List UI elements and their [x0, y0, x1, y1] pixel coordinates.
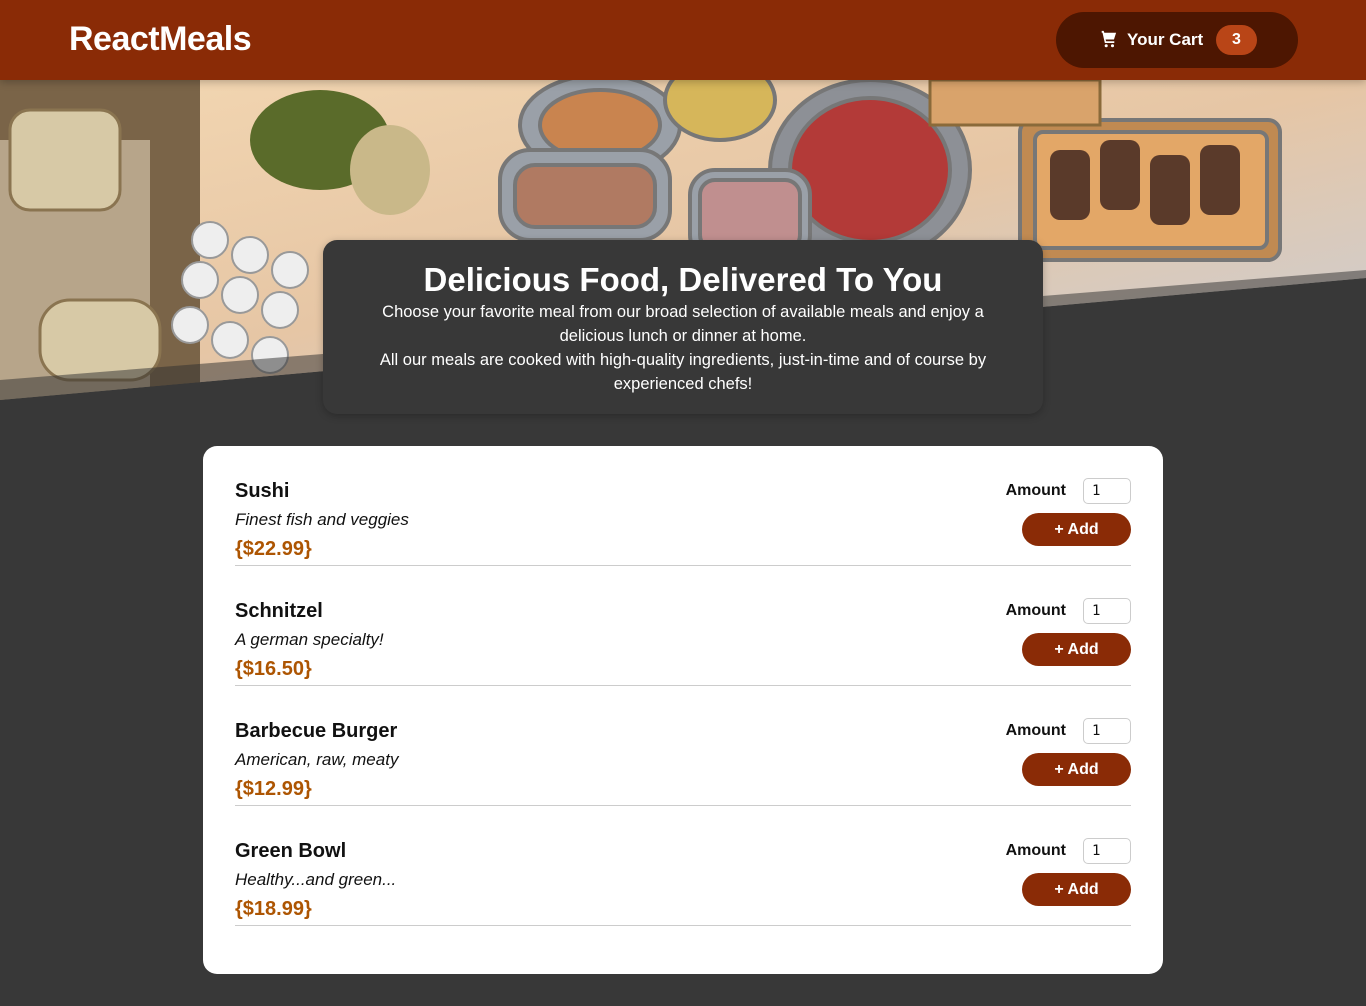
meal-item: Green Bowl Healthy...and green... {$18.9… [235, 806, 1131, 926]
add-to-cart-button[interactable]: + Add [1022, 753, 1131, 786]
amount-input[interactable] [1083, 838, 1131, 864]
amount-label: Amount [1005, 602, 1066, 619]
amount-input[interactable] [1083, 718, 1131, 744]
cart-count-badge: 3 [1216, 25, 1257, 55]
meal-item: Schnitzel A german specialty! {$16.50} A… [235, 566, 1131, 686]
meal-price: {$12.99} [235, 778, 312, 800]
shopping-cart-icon [1101, 30, 1117, 48]
meal-description: Finest fish and veggies [235, 510, 409, 529]
meal-name: Green Bowl [235, 840, 347, 862]
summary-paragraph-2: All our meals are cooked with high-quali… [379, 351, 987, 393]
meals-list: Sushi Finest fish and veggies {$22.99} A… [203, 446, 1163, 974]
add-to-cart-button[interactable]: + Add [1022, 513, 1131, 546]
meal-item: Barbecue Burger American, raw, meaty {$1… [235, 686, 1131, 806]
meal-name: Sushi [235, 480, 290, 502]
meal-price: {$22.99} [235, 538, 312, 560]
meal-description: American, raw, meaty [235, 750, 399, 769]
meal-name: Barbecue Burger [235, 720, 398, 742]
meal-description: Healthy...and green... [235, 870, 397, 889]
amount-label: Amount [1005, 482, 1066, 499]
app-header: ReactMeals Your Cart 3 [0, 0, 1366, 80]
summary-title: Delicious Food, Delivered To You [423, 261, 943, 298]
cart-label: Your Cart [1127, 30, 1204, 49]
summary-card: Delicious Food, Delivered To You Choose … [323, 240, 1043, 414]
meal-price: {$16.50} [235, 658, 312, 680]
amount-input[interactable] [1083, 478, 1131, 504]
amount-label: Amount [1005, 842, 1066, 859]
meal-item: Sushi Finest fish and veggies {$22.99} A… [235, 446, 1131, 566]
add-to-cart-button[interactable]: + Add [1022, 633, 1131, 666]
amount-input[interactable] [1083, 598, 1131, 624]
brand-title: ReactMeals [69, 20, 252, 58]
amount-label: Amount [1005, 722, 1066, 739]
meal-description: A german specialty! [235, 630, 384, 649]
meal-price: {$18.99} [235, 898, 312, 920]
summary-paragraph-1: Choose your favorite meal from our broad… [382, 303, 984, 345]
meal-name: Schnitzel [235, 600, 323, 622]
add-to-cart-button[interactable]: + Add [1022, 873, 1131, 906]
cart-button[interactable]: Your Cart 3 [1056, 12, 1298, 68]
